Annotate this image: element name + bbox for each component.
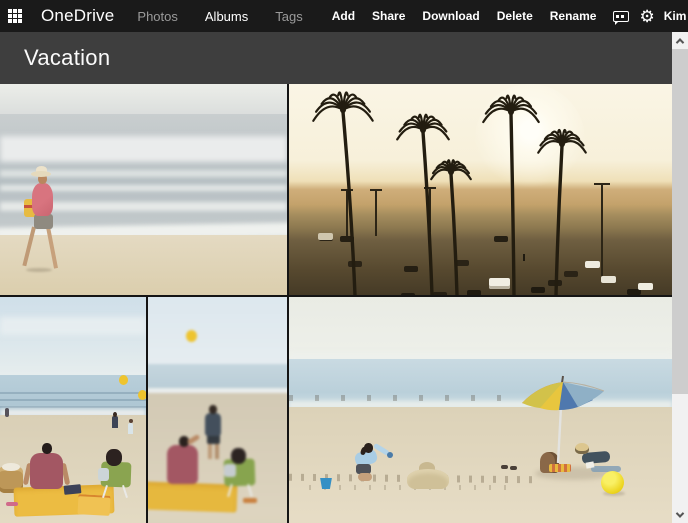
- chevron-down-icon: [676, 509, 684, 517]
- settings-button[interactable]: ⚙: [639, 0, 654, 32]
- balloon: [186, 330, 197, 342]
- chevron-up-icon: [676, 38, 684, 46]
- balloon: [138, 390, 146, 400]
- share-command[interactable]: Share: [372, 9, 405, 23]
- photo-tile-beach-standing[interactable]: [148, 297, 287, 523]
- sitting-man-figure: [30, 453, 63, 489]
- yellow-beach-ball: [601, 471, 624, 494]
- nav-item-photos[interactable]: Photos: [137, 9, 177, 24]
- scroll-down-button[interactable]: [672, 506, 688, 523]
- topbar-right-group: ⚙ Kim Abercrombie: [613, 0, 688, 33]
- beach-umbrella: [517, 373, 609, 473]
- walking-woman-figure: [20, 164, 68, 280]
- primary-nav: Photos Albums Tags: [137, 9, 329, 24]
- onedrive-app-window: OneDrive Photos Albums Tags Add Share Do…: [0, 0, 688, 523]
- download-command[interactable]: Download: [422, 9, 479, 23]
- gear-icon: ⚙: [639, 8, 654, 25]
- scroll-up-button[interactable]: [672, 32, 688, 49]
- add-command[interactable]: Add: [332, 9, 355, 23]
- sandcastle: [407, 469, 449, 489]
- user-name[interactable]: Kim Abercrombie: [664, 9, 688, 23]
- nav-item-tags[interactable]: Tags: [275, 9, 302, 24]
- album-header: Vacation: [0, 32, 672, 84]
- command-bar: Add Share Download Delete Rename: [332, 9, 614, 23]
- photo-grid: [0, 84, 672, 523]
- top-app-bar: OneDrive Photos Albums Tags Add Share Do…: [0, 0, 688, 32]
- photo-tile-umbrella-beach[interactable]: [289, 297, 672, 523]
- photo-tile-palm-sunset[interactable]: [289, 84, 672, 295]
- palm-trees-svg: [289, 84, 672, 295]
- photo-tile-beach-sitting[interactable]: [0, 297, 146, 523]
- app-launcher-button[interactable]: [8, 3, 22, 29]
- feedback-bubble-icon: [613, 11, 629, 22]
- sitting-man-figure: [167, 445, 198, 484]
- feedback-button[interactable]: [613, 0, 629, 32]
- digging-girl-figure: [347, 443, 393, 495]
- album-title: Vacation: [0, 32, 672, 84]
- photo-tile-woman-walking[interactable]: [0, 84, 287, 295]
- apps-grid-icon: [8, 9, 12, 13]
- vertical-scrollbar[interactable]: [672, 32, 688, 523]
- delete-command[interactable]: Delete: [497, 9, 533, 23]
- nav-item-albums[interactable]: Albums: [205, 9, 248, 24]
- balloon: [119, 375, 128, 385]
- app-title[interactable]: OneDrive: [41, 6, 114, 26]
- yellow-towel: [148, 481, 237, 512]
- rename-command[interactable]: Rename: [550, 9, 597, 23]
- scrollbar-thumb[interactable]: [672, 49, 688, 394]
- standing-man-figure: [205, 413, 221, 436]
